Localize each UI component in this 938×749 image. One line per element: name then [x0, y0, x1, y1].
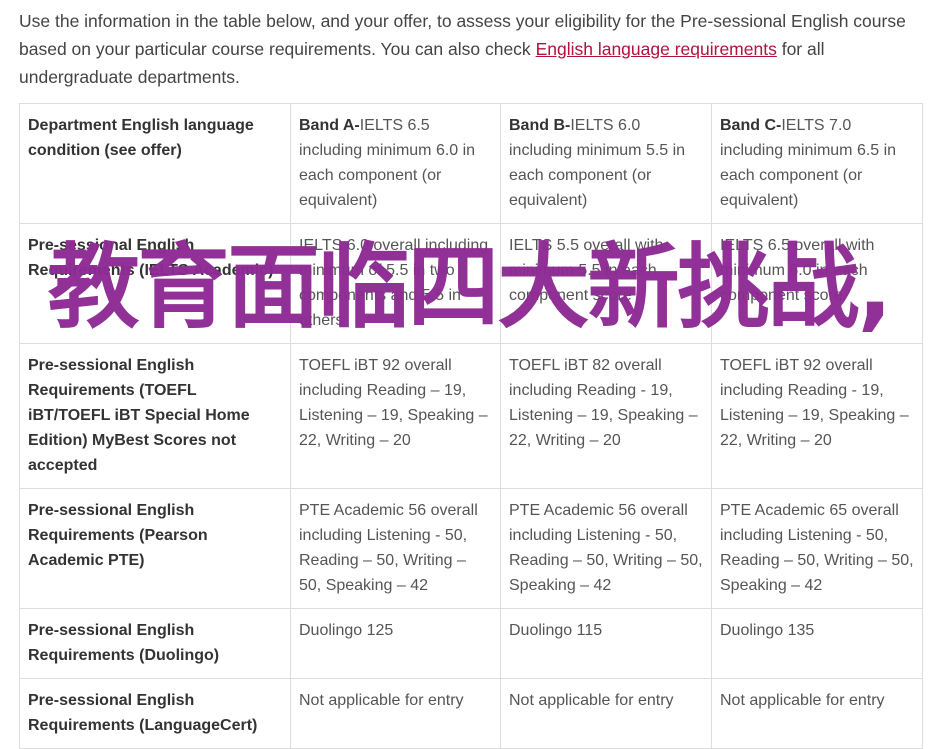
band-b-cell: Band B-IELTS 6.0 including minimum 5.5 i… [500, 103, 712, 224]
row-label-pte: Pre-sessional English Requirements (Pear… [19, 488, 291, 609]
table-header-row: Department English language condition (s… [19, 103, 923, 224]
band-c-name: Band C- [720, 117, 782, 134]
header-label-cell: Department English language condition (s… [19, 103, 291, 224]
table-row: Pre-sessional English Requirements (Lang… [19, 678, 923, 749]
table-cell: TOEFL iBT 92 overall including Reading -… [711, 343, 923, 489]
table-cell: PTE Academic 65 overall including Listen… [711, 488, 923, 609]
band-b-name: Band B- [509, 117, 571, 134]
row-label-toefl: Pre-sessional English Requirements (TOEF… [19, 343, 291, 489]
table-cell: TOEFL iBT 82 overall including Reading -… [500, 343, 712, 489]
table-cell: Not applicable for entry [290, 678, 501, 749]
table-cell: PTE Academic 56 overall including Listen… [290, 488, 501, 609]
table-cell: IELTS 6.5 overall with minimum 6.0 in ea… [711, 223, 923, 344]
band-a-name: Band A- [299, 117, 360, 134]
table-cell: TOEFL iBT 92 overall including Reading –… [290, 343, 501, 489]
table-cell: Duolingo 125 [290, 608, 501, 679]
table-row: Pre-sessional English Requirements (IELT… [19, 223, 923, 344]
row-label-duolingo: Pre-sessional English Requirements (Duol… [19, 608, 291, 679]
table-cell: IELTS 6.0 overall including minimum of 5… [290, 223, 501, 344]
band-a-cell: Band A-IELTS 6.5 including minimum 6.0 i… [290, 103, 501, 224]
row-label-ielts: Pre-sessional English Requirements (IELT… [19, 223, 291, 344]
row-label-languagecert: Pre-sessional English Requirements (Lang… [19, 678, 291, 749]
table-row: Pre-sessional English Requirements (Pear… [19, 488, 923, 609]
band-c-cell: Band C-IELTS 7.0 including minimum 6.5 i… [711, 103, 923, 224]
table-cell: IELTS 5.5 overall with minimum 5.5 in ea… [500, 223, 712, 344]
table-cell: PTE Academic 56 overall including Listen… [500, 488, 712, 609]
table-cell: Duolingo 135 [711, 608, 923, 679]
requirements-table: Department English language condition (s… [19, 103, 923, 749]
english-language-requirements-link[interactable]: English language requirements [536, 39, 777, 59]
table-row: Pre-sessional English Requirements (TOEF… [19, 343, 923, 489]
table-cell: Not applicable for entry [500, 678, 712, 749]
table-row: Pre-sessional English Requirements (Duol… [19, 608, 923, 679]
table-cell: Duolingo 115 [500, 608, 712, 679]
table-cell: Not applicable for entry [711, 678, 923, 749]
intro-paragraph: Use the information in the table below, … [19, 7, 924, 91]
